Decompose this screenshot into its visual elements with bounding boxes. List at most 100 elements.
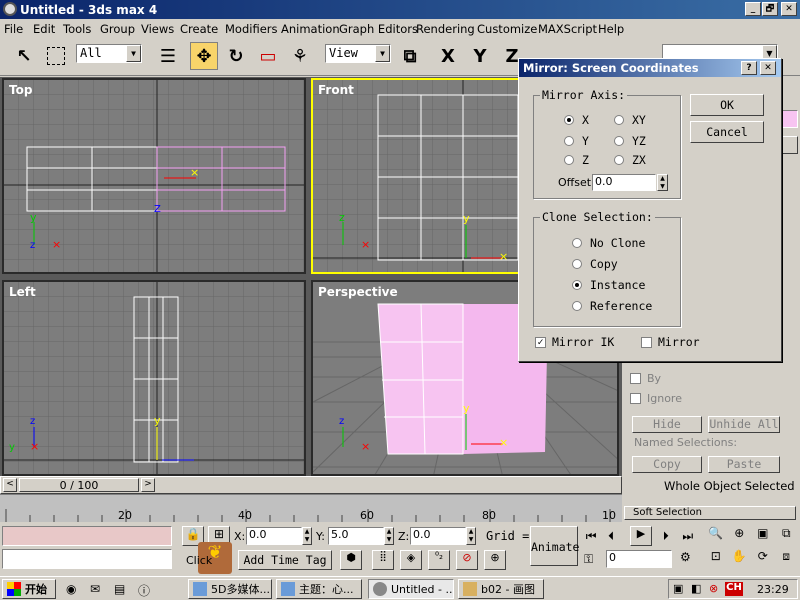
rotate-tool-icon[interactable]: ↻	[222, 42, 250, 70]
maxscript-listener-pink[interactable]	[2, 526, 172, 546]
time-prev-icon[interactable]: <	[3, 478, 17, 492]
menu-views[interactable]: Views	[141, 22, 174, 36]
percent-snap-icon[interactable]: ⁰₂	[428, 550, 450, 570]
time-slider-thumb[interactable]: 0 / 100	[19, 478, 139, 492]
time-config-icon[interactable]: ⚙	[680, 550, 691, 564]
min-max-toggle-icon[interactable]: ⧈	[775, 549, 799, 572]
by-checkbox[interactable]	[630, 373, 641, 384]
menu-help[interactable]: Help	[598, 22, 624, 36]
dialog-help-button[interactable]: ?	[741, 61, 757, 75]
axis-x-radio[interactable]: X	[564, 113, 589, 127]
axis-y-button[interactable]: Y	[466, 42, 494, 70]
scale-tool-icon[interactable]: ▭	[254, 42, 282, 70]
by-checkbox-row[interactable]: By	[630, 372, 661, 385]
axis-x-button[interactable]: X	[434, 42, 462, 70]
z-spinner-icon[interactable]: ▲ ▼	[466, 527, 476, 545]
y-spinner-icon[interactable]: ▲ ▼	[384, 527, 394, 545]
zoom-all-icon[interactable]: ⊕	[728, 526, 752, 549]
start-button[interactable]: 开始	[2, 579, 56, 599]
language-indicator[interactable]: CH	[725, 582, 743, 596]
mirror-checkbox[interactable]: Mirror	[641, 335, 700, 349]
zoom-extents-all-icon[interactable]: ⧉	[775, 526, 799, 549]
time-next-icon[interactable]: >	[141, 478, 155, 492]
menu-rendering[interactable]: Rendering	[416, 22, 475, 36]
menu-graph-editors[interactable]: Graph Editors	[339, 22, 418, 36]
zoom-icon[interactable]: 🔍	[704, 526, 728, 549]
menu-edit[interactable]: Edit	[33, 22, 55, 36]
animate-button[interactable]: Animate	[530, 526, 579, 566]
close-button[interactable]: ✕	[781, 2, 797, 16]
select-arrow-icon[interactable]: ↖	[10, 42, 38, 70]
pivot-center-icon[interactable]: ⧉	[396, 42, 424, 70]
menu-group[interactable]: Group	[100, 22, 135, 36]
quicklaunch-icon[interactable]: ✉	[90, 582, 100, 596]
browser-icon[interactable]: ◉	[66, 582, 76, 596]
keyboard-override-icon[interactable]: ⊕	[484, 550, 506, 570]
offset-input[interactable]: 0.0	[592, 174, 656, 191]
ref-coord-dropdown[interactable]: View ▼	[325, 44, 391, 63]
menu-maxscript[interactable]: MAXScript	[538, 22, 597, 36]
media-icon[interactable]: ⓘ	[138, 582, 150, 599]
soft-selection-rollout[interactable]: Soft Selection	[624, 506, 796, 520]
region-zoom-icon[interactable]: ⊡	[704, 549, 728, 572]
task-untitled-3dsmax[interactable]: Untitled - ...	[368, 579, 454, 599]
play-icon[interactable]: ▶	[630, 526, 652, 546]
menu-modifiers[interactable]: Modifiers	[225, 22, 278, 36]
ignore-checkbox-row[interactable]: Ignore	[630, 392, 682, 405]
minimize-button[interactable]: _	[745, 2, 761, 16]
next-frame-icon[interactable]: ⏵	[663, 529, 669, 544]
x-coord-input[interactable]: 0.0	[246, 527, 302, 545]
maxscript-listener-white[interactable]	[2, 549, 172, 569]
offset-spinner-icon[interactable]: ▲ ▼	[657, 174, 668, 191]
menu-customize[interactable]: Customize	[477, 22, 537, 36]
selection-filter-dropdown[interactable]: All ▼	[76, 44, 142, 63]
viewport-left[interactable]: y z y × Left	[2, 280, 306, 476]
chevron-down-icon[interactable]: ▼	[375, 45, 390, 62]
track-bar[interactable]: 20 40 60 80 10	[0, 494, 622, 523]
select-by-name-icon[interactable]: ☰	[154, 42, 182, 70]
no-clone-radio[interactable]: No Clone	[572, 236, 645, 250]
desktop-icon[interactable]: ▤	[114, 582, 125, 596]
zoom-extents-icon[interactable]: ▣	[751, 526, 775, 549]
copy-button[interactable]: Copy	[632, 456, 702, 473]
copy-radio[interactable]: Copy	[572, 257, 618, 271]
manipulate-icon[interactable]: ⚘	[286, 42, 314, 70]
chevron-down-icon[interactable]: ▼	[126, 45, 141, 62]
go-to-end-icon[interactable]: ⏭	[682, 529, 693, 544]
axis-yz-radio[interactable]: YZ	[614, 134, 646, 148]
instance-radio[interactable]: Instance	[572, 278, 645, 292]
axis-y-radio[interactable]: Y	[564, 134, 589, 148]
cancel-button[interactable]: Cancel	[690, 121, 764, 143]
ok-button[interactable]: OK	[690, 94, 764, 116]
tray-icon[interactable]: ◧	[691, 582, 701, 595]
z-coord-input[interactable]: 0.0	[410, 527, 466, 545]
paste-button[interactable]: Paste	[708, 456, 780, 473]
menu-create[interactable]: Create	[180, 22, 218, 36]
x-spinner-icon[interactable]: ▲ ▼	[302, 527, 312, 545]
arc-rotate-icon[interactable]: ⟳	[751, 549, 775, 572]
previous-frame-icon[interactable]: ⏴	[608, 529, 614, 544]
y-coord-input[interactable]: 5.0	[328, 527, 384, 545]
menu-tools[interactable]: Tools	[63, 22, 91, 36]
spinner-snap-icon[interactable]: ⊘	[456, 550, 478, 570]
dialog-close-button[interactable]: ✕	[760, 61, 776, 75]
menu-file[interactable]: File	[4, 22, 23, 36]
angle-snap-icon[interactable]: ◈	[400, 550, 422, 570]
add-time-tag-button[interactable]: Add Time Tag	[238, 550, 332, 570]
snap-icon[interactable]: ⣿	[372, 550, 394, 570]
task-paint[interactable]: b02 - 画图	[458, 579, 544, 599]
unhide-all-button[interactable]: Unhide All	[708, 416, 780, 433]
restore-button[interactable]: 🗗	[762, 2, 778, 16]
key-mode-icon[interactable]: ⚿	[584, 552, 593, 567]
tray-icon[interactable]: ▣	[673, 582, 683, 595]
axis-z-radio[interactable]: Z	[564, 153, 589, 167]
pan-icon[interactable]: ✋	[728, 549, 752, 572]
axis-zx-radio[interactable]: ZX	[614, 153, 646, 167]
mirror-ik-checkbox[interactable]: ✓ Mirror IK	[535, 335, 614, 349]
region-select-icon[interactable]	[42, 42, 70, 70]
menu-animation[interactable]: Animation	[281, 22, 340, 36]
hide-button[interactable]: Hide	[632, 416, 702, 433]
task-5d-media[interactable]: 5D多媒体...	[188, 579, 272, 599]
ignore-checkbox[interactable]	[630, 393, 641, 404]
task-topic[interactable]: 主题：心...	[276, 579, 362, 599]
